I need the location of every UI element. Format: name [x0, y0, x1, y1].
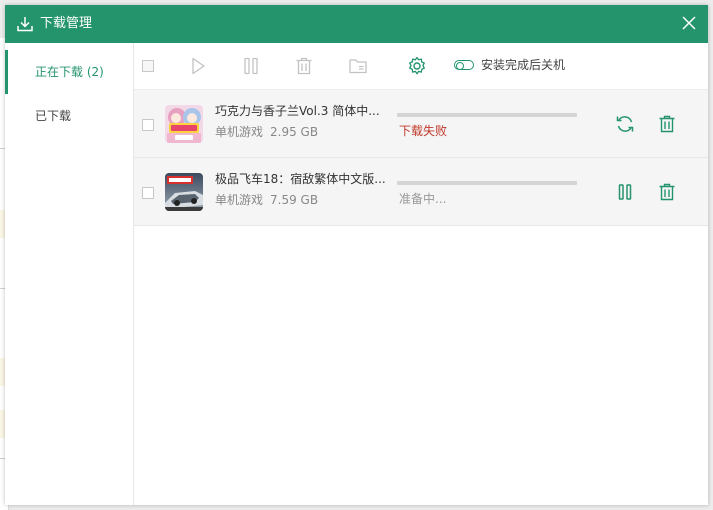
gear-icon[interactable] — [407, 56, 427, 76]
download-meta: 单机游戏 7.59 GB — [215, 191, 318, 209]
download-row[interactable]: 巧克力与香子兰Vol.3 简体中... 单机游戏 2.95 GB 下载失败 — [134, 90, 708, 158]
download-list: 巧克力与香子兰Vol.3 简体中... 单机游戏 2.95 GB 下载失败 极品… — [134, 90, 708, 505]
download-meta: 单机游戏 2.95 GB — [215, 123, 318, 141]
game-thumbnail — [165, 173, 203, 211]
title-bar[interactable]: 下载管理 — [5, 5, 708, 43]
sidebar-item-label: 已下载 — [35, 109, 72, 123]
sidebar-item-downloaded[interactable]: 已下载 — [5, 94, 133, 138]
download-category: 单机游戏 — [215, 193, 264, 207]
pause-icon[interactable] — [241, 56, 261, 76]
trash-icon[interactable] — [657, 182, 677, 202]
play-icon[interactable] — [188, 56, 208, 76]
sidebar: 正在下载 (2) 已下载 — [5, 43, 134, 505]
retry-icon[interactable] — [615, 114, 635, 134]
download-status: 准备中... — [399, 192, 447, 206]
download-title: 极品飞车18：宿敌繁体中文版... — [215, 172, 386, 186]
shutdown-toggle-label[interactable]: 安装完成后关机 — [481, 57, 565, 73]
sidebar-item-downloading[interactable]: 正在下载 (2) — [5, 50, 133, 94]
download-row[interactable]: 极品飞车18：宿敌繁体中文版... 单机游戏 7.59 GB 准备中... — [134, 158, 708, 226]
close-icon[interactable] — [680, 14, 698, 32]
folder-icon[interactable] — [348, 56, 368, 76]
download-size: 7.59 GB — [270, 193, 319, 207]
window-title: 下载管理 — [40, 16, 93, 31]
game-thumbnail — [165, 105, 203, 143]
download-status: 下载失败 — [399, 124, 448, 138]
download-progress-bar — [397, 181, 577, 185]
toolbar: 安装完成后关机 — [134, 43, 708, 90]
row-checkbox[interactable] — [142, 119, 154, 131]
download-icon — [17, 17, 33, 32]
row-checkbox[interactable] — [142, 187, 154, 199]
trash-icon[interactable] — [294, 56, 314, 76]
sidebar-item-label: 正在下载 (2) — [35, 65, 104, 79]
download-manager-dialog: 下载管理 正在下载 (2) 已下载 安装完成后关机 巧克力与香子兰Vol.3 简… — [5, 5, 708, 505]
select-all-checkbox[interactable] — [142, 60, 154, 72]
download-title: 巧克力与香子兰Vol.3 简体中... — [215, 104, 380, 118]
toggle-knob — [456, 61, 464, 70]
download-size: 2.95 GB — [270, 125, 319, 139]
download-category: 单机游戏 — [215, 125, 264, 139]
pause-icon[interactable] — [615, 182, 635, 202]
download-progress-bar — [397, 113, 577, 117]
shutdown-toggle[interactable] — [454, 60, 474, 70]
trash-icon[interactable] — [657, 114, 677, 134]
